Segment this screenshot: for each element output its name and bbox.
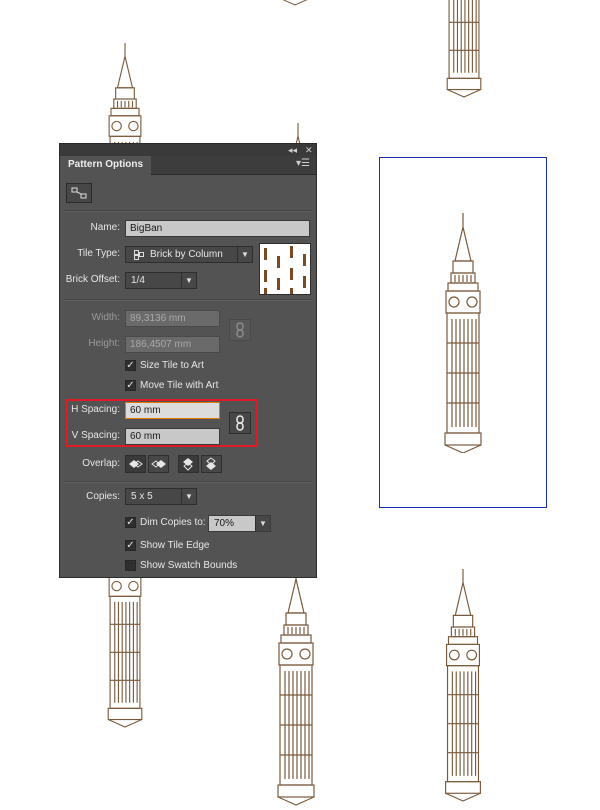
divider bbox=[64, 210, 312, 212]
flyout-menu-icon[interactable]: ▾☰ bbox=[296, 158, 310, 169]
size-tile-to-art-label: Size Tile to Art bbox=[140, 360, 204, 371]
move-tile-with-art-checkbox[interactable]: ✓ bbox=[125, 380, 136, 391]
height-label: Height: bbox=[88, 338, 120, 349]
show-tile-edge-checkbox[interactable]: ✓ bbox=[125, 540, 136, 551]
pattern-copy-art bbox=[270, 0, 320, 10]
size-tile-to-art-checkbox[interactable]: ✓ bbox=[125, 360, 136, 371]
brick-offset-label: Brick Offset: bbox=[65, 274, 120, 285]
pattern-tile-tool-button[interactable] bbox=[66, 183, 92, 203]
brick-offset-dropdown[interactable]: 1/4 ▼ bbox=[125, 272, 197, 289]
pattern-options-panel: ◂◂ ✕ Pattern Options ▾☰ Name: BigBan Til… bbox=[59, 143, 317, 578]
chevron-down-icon: ▼ bbox=[255, 516, 270, 531]
chain-link-icon bbox=[236, 322, 244, 338]
overlap-right-icon bbox=[151, 460, 166, 468]
name-label: Name: bbox=[90, 222, 120, 233]
show-swatch-bounds-label: Show Swatch Bounds bbox=[140, 560, 238, 571]
show-tile-edge-label: Show Tile Edge bbox=[140, 540, 210, 551]
chevron-down-icon: ▼ bbox=[237, 247, 252, 262]
width-field[interactable]: 89,3136 mm bbox=[125, 310, 220, 327]
pattern-copy-art bbox=[434, 565, 492, 805]
tab-pattern-options[interactable]: Pattern Options bbox=[60, 156, 152, 175]
copies-dropdown[interactable]: 5 x 5 ▼ bbox=[125, 488, 197, 505]
overlap-top-in-front-button[interactable] bbox=[178, 455, 199, 473]
overlap-top-icon bbox=[183, 458, 193, 471]
brick-by-column-icon bbox=[134, 250, 144, 260]
overlap-bottom-in-front-button[interactable] bbox=[201, 455, 222, 473]
pattern-tile-art[interactable] bbox=[433, 213, 493, 453]
overlap-label: Overlap: bbox=[82, 458, 120, 469]
panel-title-bar[interactable]: ◂◂ ✕ bbox=[60, 144, 316, 156]
dim-copies-checkbox[interactable]: ✓ bbox=[125, 517, 136, 528]
dim-copies-dropdown[interactable]: 70% ▼ bbox=[208, 515, 271, 532]
divider bbox=[64, 481, 312, 483]
overlap-left-icon bbox=[129, 460, 143, 468]
divider bbox=[64, 299, 312, 301]
spacing-highlight-frame bbox=[66, 399, 258, 447]
width-label: Width: bbox=[91, 312, 120, 323]
tile-type-label: Tile Type: bbox=[77, 248, 120, 259]
pattern-copy-art bbox=[436, 0, 492, 100]
overlap-bottom-icon bbox=[206, 457, 216, 470]
pattern-tile-tool-icon bbox=[71, 187, 87, 199]
pattern-copy-art bbox=[266, 560, 326, 810]
chevron-down-icon: ▼ bbox=[181, 489, 196, 504]
tile-preview bbox=[259, 243, 311, 295]
chevron-down-icon: ▼ bbox=[181, 273, 196, 288]
overlap-left-in-front-button[interactable] bbox=[125, 455, 146, 473]
dim-copies-value: 70% bbox=[214, 518, 235, 529]
height-field[interactable]: 186,4507 mm bbox=[125, 336, 220, 353]
dim-copies-label: Dim Copies to: bbox=[140, 517, 206, 528]
collapse-panel-icon[interactable]: ◂◂ bbox=[288, 144, 297, 156]
overlap-right-in-front-button[interactable] bbox=[148, 455, 169, 473]
move-tile-with-art-label: Move Tile with Art bbox=[140, 380, 219, 391]
brick-offset-value: 1/4 bbox=[131, 275, 145, 286]
close-icon[interactable]: ✕ bbox=[305, 144, 313, 156]
copies-label: Copies: bbox=[86, 491, 120, 502]
tile-type-dropdown[interactable]: Brick by Column ▼ bbox=[125, 246, 253, 263]
name-field[interactable]: BigBan bbox=[125, 220, 310, 237]
tile-type-value: Brick by Column bbox=[150, 249, 223, 260]
show-swatch-bounds-checkbox[interactable] bbox=[125, 560, 136, 571]
link-width-height-button[interactable] bbox=[229, 319, 251, 341]
copies-value: 5 x 5 bbox=[131, 491, 153, 502]
panel-tab-row: Pattern Options ▾☰ bbox=[60, 156, 316, 175]
